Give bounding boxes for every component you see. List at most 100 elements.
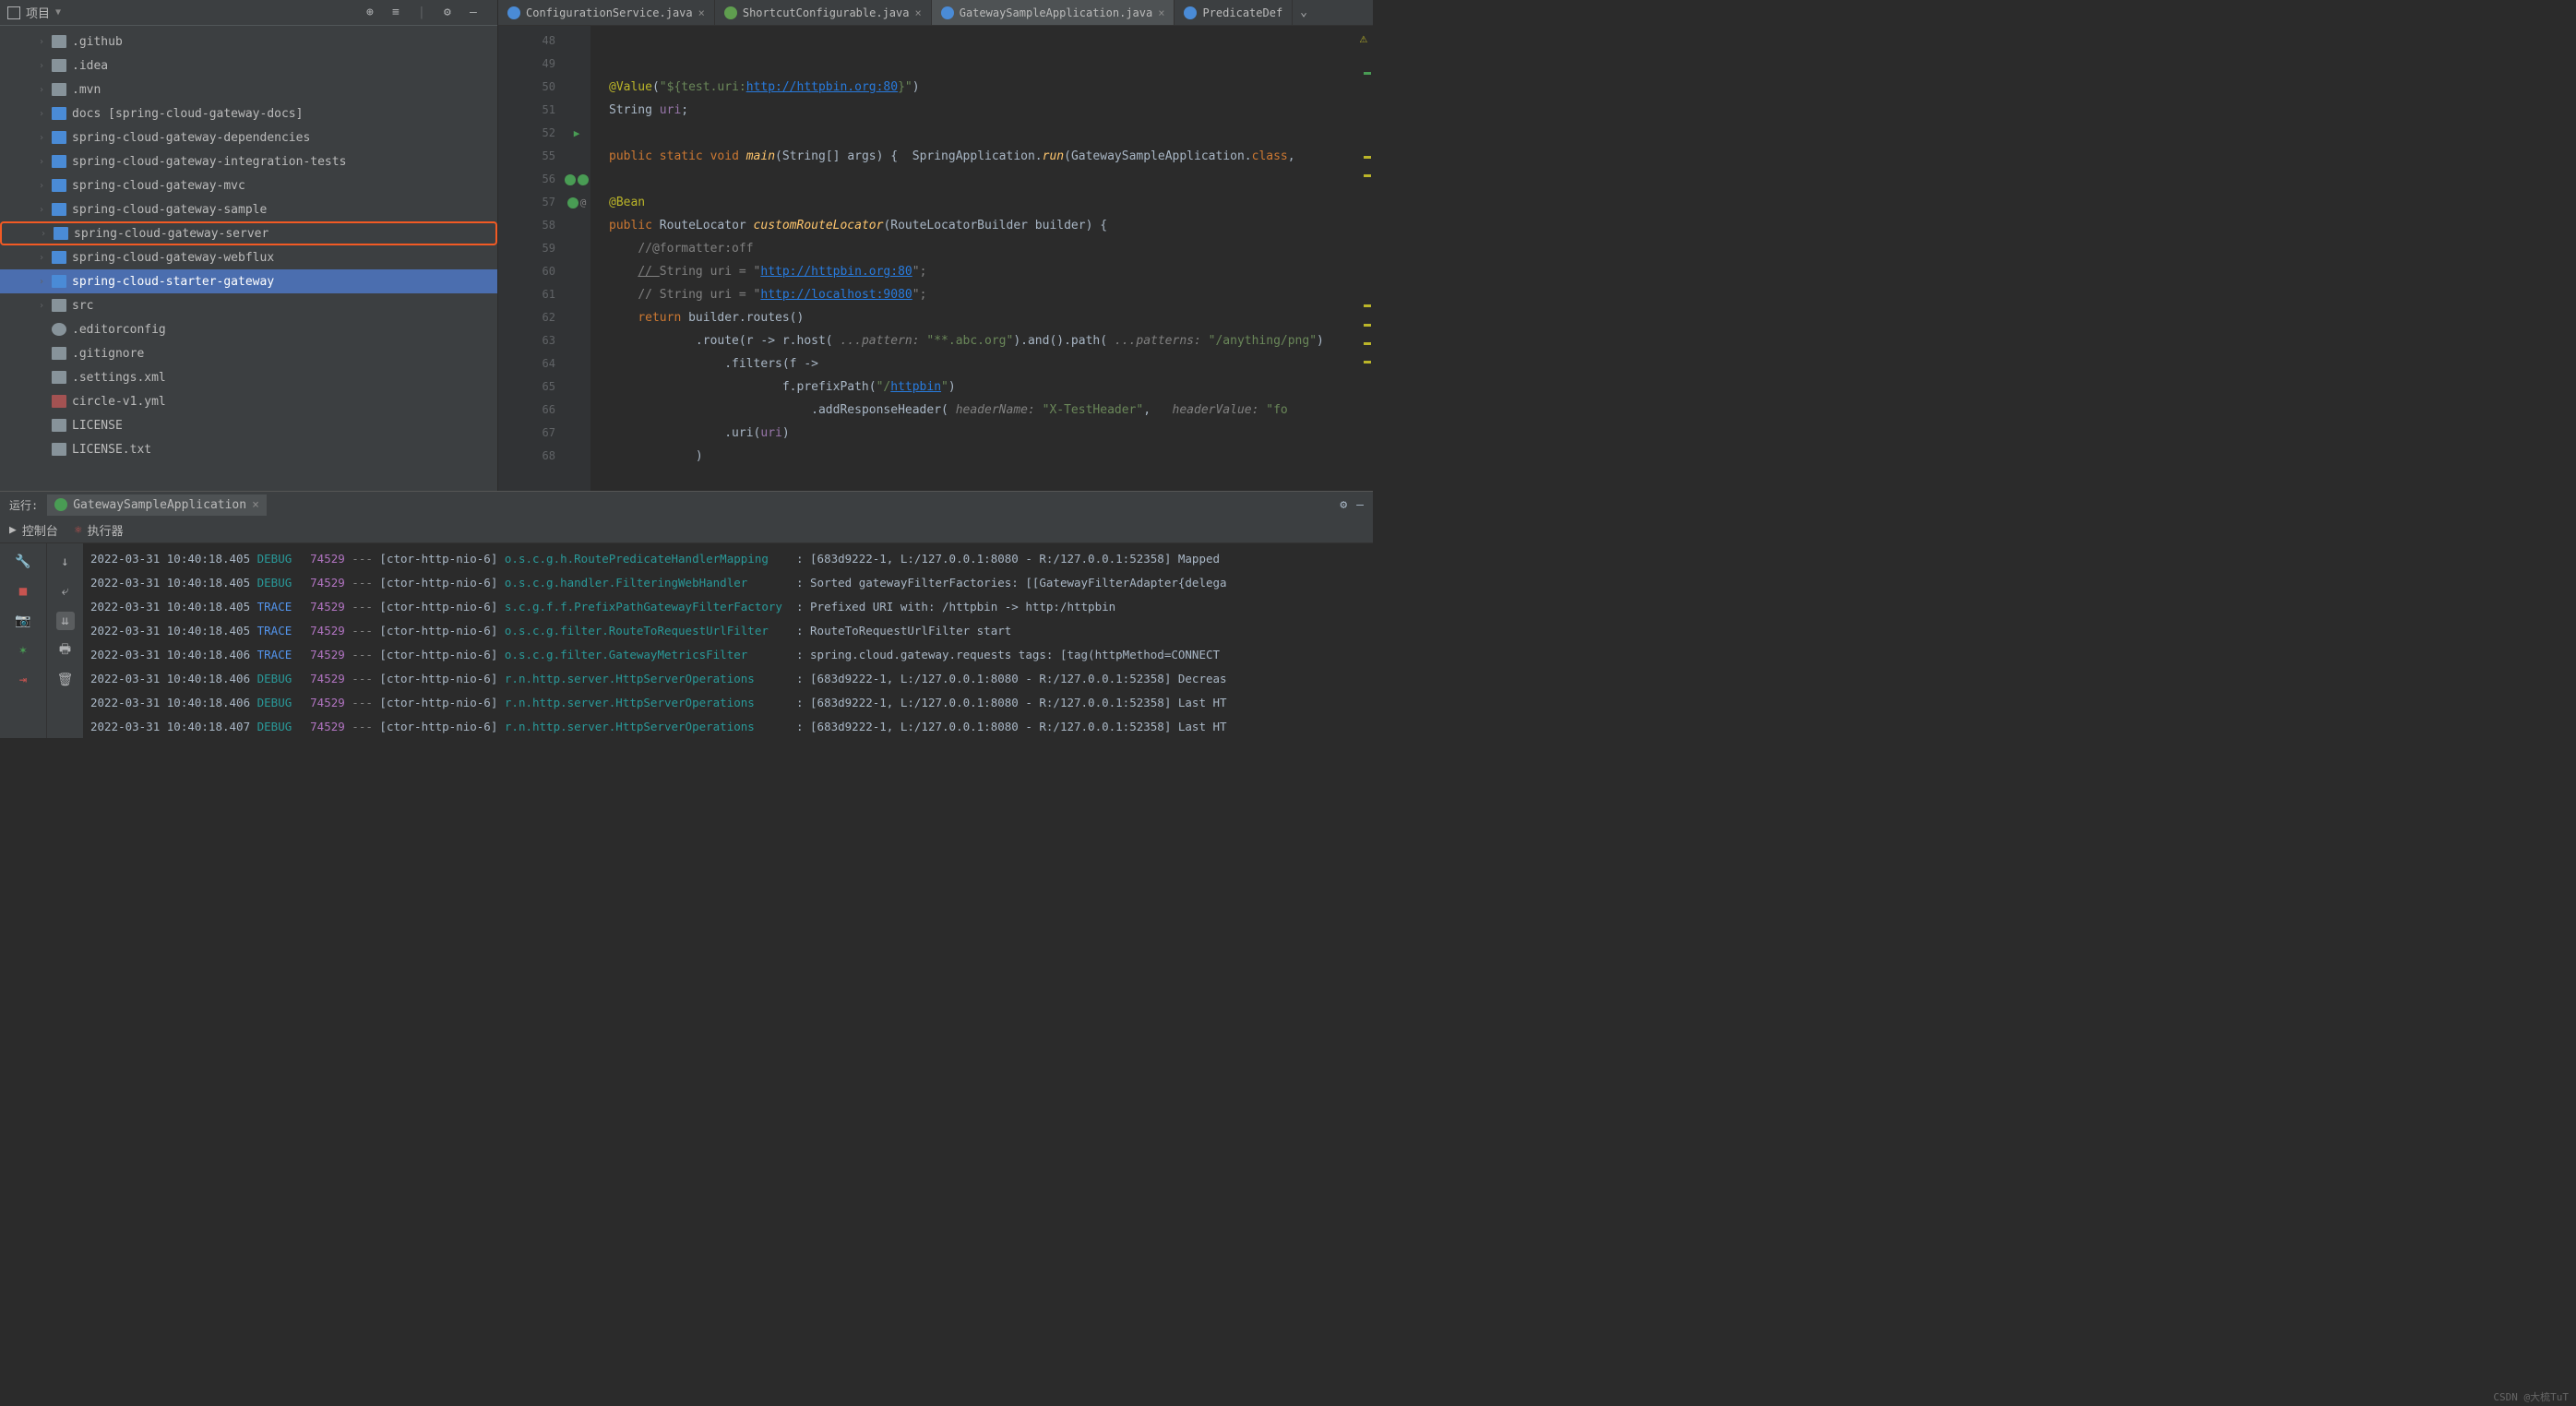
file-icon [52, 443, 66, 456]
scroll-icon[interactable]: ⇊ [56, 612, 75, 630]
tree-item[interactable]: ›docs [spring-cloud-gateway-docs] [0, 101, 497, 125]
tree-item[interactable]: circle-v1.yml [0, 389, 497, 413]
actuator-icon: ⚛ [75, 523, 82, 537]
chevron-icon[interactable]: › [37, 277, 46, 287]
module-icon [52, 251, 66, 264]
line-number: 55 [498, 145, 555, 168]
tree-item[interactable]: ›.github [0, 30, 497, 54]
console-tab[interactable]: ▶控制台 [9, 521, 58, 539]
target-icon[interactable]: ⊕ [366, 6, 381, 20]
module-icon [52, 275, 66, 288]
line-gutter: 48495051525556575859606162636465666768 [498, 26, 563, 491]
file-icon [52, 347, 66, 360]
line-number: 62 [498, 306, 555, 329]
bean-icon[interactable] [565, 174, 576, 185]
folder-icon [52, 35, 66, 48]
close-icon[interactable]: × [914, 6, 921, 19]
gear-icon [52, 323, 66, 336]
console-output[interactable]: 2022-03-31 10:40:18.405 DEBUG 74529 --- … [83, 543, 1373, 738]
close-icon[interactable]: × [1158, 6, 1164, 19]
chevron-icon[interactable]: › [37, 157, 46, 167]
play-icon: ▶ [9, 523, 17, 537]
project-header: 项目 ▼ ⊕ ≡ | ⚙ — [0, 0, 497, 26]
stop-button[interactable]: ■ [14, 582, 32, 601]
tree-item[interactable]: ›src [0, 293, 497, 317]
module-icon [52, 155, 66, 168]
module-icon [52, 179, 66, 192]
chevron-icon[interactable]: › [37, 37, 46, 47]
gear-icon[interactable]: ⚙ [444, 6, 459, 20]
close-icon[interactable]: × [252, 498, 259, 512]
collapse-icon[interactable]: ≡ [392, 6, 407, 20]
code-content[interactable]: @Value("${test.uri:http://httpbin.org:80… [590, 26, 1373, 491]
tree-item[interactable]: › spring-cloud-gateway-server [0, 221, 497, 245]
marks-strip[interactable] [1362, 26, 1373, 491]
editor-tab[interactable]: GatewaySampleApplication.java × [932, 0, 1175, 25]
tree-item[interactable]: ›.idea [0, 54, 497, 77]
project-tree[interactable]: ›.github›.idea›.mvn›docs [spring-cloud-g… [0, 26, 497, 491]
log-line: 2022-03-31 10:40:18.407 DEBUG 74529 --- … [90, 715, 1366, 738]
code-area[interactable]: 48495051525556575859606162636465666768 ▶… [498, 26, 1373, 491]
tree-item[interactable]: › spring-cloud-starter-gateway [0, 269, 497, 293]
minimize-icon[interactable]: — [470, 6, 484, 20]
exit-icon[interactable]: ⇥ [14, 671, 32, 689]
chevron-icon[interactable]: › [37, 253, 46, 263]
down-icon[interactable]: ↓ [56, 553, 75, 571]
tree-item[interactable]: .editorconfig [0, 317, 497, 341]
line-number: 64 [498, 352, 555, 375]
bug-icon[interactable]: ✶ [14, 641, 32, 660]
line-number: 51 [498, 99, 555, 122]
wrench-icon[interactable]: 🔧 [14, 553, 32, 571]
actuator-tab[interactable]: ⚛执行器 [75, 521, 124, 539]
wrap-icon[interactable]: ⤶ [56, 582, 75, 601]
bean-icon[interactable] [578, 174, 589, 185]
chevron-icon[interactable]: › [37, 61, 46, 71]
print-icon[interactable]: 🖶 [56, 641, 75, 660]
camera-icon[interactable]: 📷 [14, 612, 32, 630]
tree-item[interactable]: ›spring-cloud-gateway-integration-tests [0, 149, 497, 173]
chevron-icon[interactable]: › [37, 205, 46, 215]
editor-tab[interactable]: ShortcutConfigurable.java× [715, 0, 932, 25]
tab-label: GatewaySampleApplication.java [960, 6, 1153, 19]
editor-tab[interactable]: ConfigurationService.java× [498, 0, 715, 25]
chevron-icon[interactable]: › [37, 109, 46, 119]
chevron-icon[interactable]: › [39, 229, 48, 239]
tree-item-label: .gitignore [72, 347, 144, 361]
folder-icon [52, 299, 66, 312]
editor-tab[interactable]: PredicateDef [1175, 0, 1293, 25]
run-panel: 运行: GatewaySampleApplication × ⚙ — ↻ 🔧 ■… [0, 491, 1373, 738]
chevron-icon[interactable]: › [37, 181, 46, 191]
tree-item[interactable]: ›spring-cloud-gateway-dependencies [0, 125, 497, 149]
tree-item-label: spring-cloud-gateway-server [74, 227, 268, 241]
tree-item-label: .mvn [72, 83, 101, 97]
tree-item-label: spring-cloud-starter-gateway [72, 275, 274, 289]
at-icon[interactable]: @ [580, 197, 587, 209]
chevron-icon[interactable]: › [37, 85, 46, 95]
line-number: 61 [498, 283, 555, 306]
tree-item[interactable]: ›spring-cloud-gateway-sample [0, 197, 497, 221]
chevron-icon[interactable]: › [37, 301, 46, 311]
trash-icon[interactable]: 🗑 [56, 671, 75, 689]
tree-item[interactable]: › .mvn [0, 77, 497, 101]
log-line: 2022-03-31 10:40:18.406 DEBUG 74529 --- … [90, 667, 1366, 691]
tree-item[interactable]: .settings.xml [0, 365, 497, 389]
chevron-icon[interactable]: › [37, 133, 46, 143]
tree-item[interactable]: ›spring-cloud-gateway-webflux [0, 245, 497, 269]
run-config-tab[interactable]: GatewaySampleApplication × [47, 494, 267, 516]
tabs-dropdown-icon[interactable]: ⌄ [1293, 0, 1315, 25]
close-icon[interactable]: × [698, 6, 705, 19]
project-title: 项目 [26, 4, 50, 21]
gear-icon[interactable]: ⚙ [1340, 498, 1347, 512]
line-number: 65 [498, 375, 555, 399]
minimize-icon[interactable]: — [1356, 498, 1364, 512]
bean-icon[interactable] [567, 197, 578, 209]
run-gutter-icon[interactable]: ▶ [574, 127, 580, 139]
tree-item[interactable]: LICENSE.txt [0, 437, 497, 461]
line-number: 50 [498, 76, 555, 99]
tree-item[interactable]: LICENSE [0, 413, 497, 437]
tree-item[interactable]: ›spring-cloud-gateway-mvc [0, 173, 497, 197]
tab-label: PredicateDef [1202, 6, 1282, 19]
dropdown-icon[interactable]: ▼ [55, 7, 61, 18]
tree-item-label: .settings.xml [72, 371, 166, 385]
tree-item[interactable]: .gitignore [0, 341, 497, 365]
